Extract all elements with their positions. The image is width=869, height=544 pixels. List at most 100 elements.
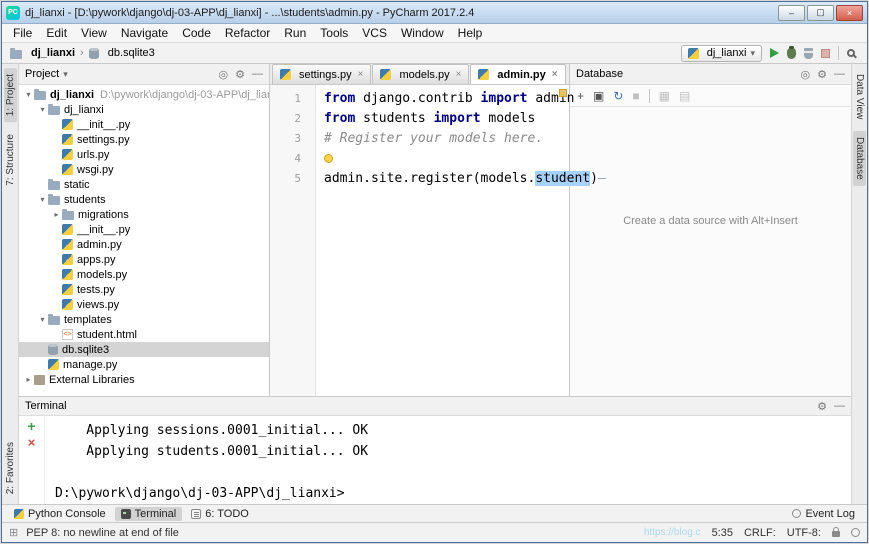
hide-panel-icon[interactable]: — [834, 68, 845, 80]
tree-row[interactable]: admin.py [19, 237, 269, 252]
project-panel-title[interactable]: Project [25, 68, 59, 80]
tree-row[interactable]: dj_lianxi D:\pywork\django\dj-03-APP\dj_… [19, 87, 269, 102]
search-icon[interactable] [847, 49, 855, 57]
expand-arrow-icon[interactable] [51, 210, 62, 219]
tree-row[interactable]: apps.py [19, 252, 269, 267]
tree-item-label: admin.py [77, 238, 122, 251]
gear-icon[interactable]: ⚙ [817, 68, 827, 81]
toolwindow-button-structure[interactable]: 7: Structure [4, 128, 17, 192]
toolbar-divider [648, 88, 650, 103]
tree-row[interactable]: migrations [19, 207, 269, 222]
encoding-indicator[interactable]: UTF-8: [787, 527, 821, 539]
menu-item-edit[interactable]: Edit [39, 24, 74, 42]
menu-item-window[interactable]: Window [394, 24, 451, 42]
toolwindow-button-data-view[interactable]: Data View [853, 68, 866, 125]
inspector-profile-icon[interactable] [851, 528, 860, 537]
menu-item-vcs[interactable]: VCS [355, 24, 394, 42]
expand-arrow-icon[interactable] [37, 195, 48, 204]
event-log-button[interactable]: Event Log [786, 507, 861, 521]
code-line [324, 149, 606, 169]
table-view-icon: ▦ [658, 88, 671, 103]
toolwindow-button-project[interactable]: 1: Project [3, 68, 17, 123]
code-content[interactable]: from django.contrib import admin from st… [316, 85, 606, 396]
line-separator-indicator[interactable]: CRLF: [744, 527, 776, 539]
locate-icon[interactable]: ◎ [219, 68, 229, 81]
tree-row[interactable]: students [19, 192, 269, 207]
close-tab-icon[interactable]: × [358, 69, 364, 80]
close-session-icon[interactable]: × [28, 435, 36, 450]
editor-area: settings.py × models.py × admin.py × 1 2… [270, 64, 606, 396]
tree-row[interactable]: __init__.py [19, 222, 269, 237]
code-token: admin [527, 91, 575, 106]
close-button[interactable]: × [836, 4, 863, 21]
tree-row[interactable]: settings.py [19, 132, 269, 147]
chevron-down-icon[interactable]: ▾ [63, 69, 68, 80]
menu-item-run[interactable]: Run [277, 24, 313, 42]
code-editor[interactable]: 1 2 3 4 5 from django.contrib import adm… [270, 85, 606, 396]
minimize-button[interactable]: – [778, 4, 805, 21]
tree-row[interactable]: External Libraries [19, 372, 269, 387]
tree-row-selected[interactable]: db.sqlite3 [19, 342, 269, 357]
expand-arrow-icon[interactable] [37, 315, 48, 324]
intention-bulb-icon[interactable] [324, 154, 333, 163]
hide-panel-icon[interactable]: — [252, 68, 263, 80]
tree-row[interactable]: manage.py [19, 357, 269, 372]
inspection-status-icon[interactable] [559, 89, 567, 97]
keyword-token: from [324, 91, 356, 106]
tree-row[interactable]: urls.py [19, 147, 269, 162]
close-tab-icon[interactable]: × [552, 69, 558, 80]
refresh-icon[interactable]: ↻ [613, 89, 623, 103]
tree-row[interactable]: views.py [19, 297, 269, 312]
breadcrumb-project[interactable]: dj_lianxi [31, 47, 75, 59]
menu-item-code[interactable]: Code [175, 24, 218, 42]
stop-button[interactable] [821, 48, 830, 58]
toolwindow-switcher-icon[interactable]: ⊞ [9, 526, 18, 539]
locate-icon[interactable]: ◎ [801, 68, 811, 81]
breadcrumb-file[interactable]: db.sqlite3 [108, 47, 155, 59]
debug-button[interactable] [787, 45, 796, 59]
gear-icon[interactable]: ⚙ [817, 400, 827, 413]
menu-item-tools[interactable]: Tools [313, 24, 355, 42]
hide-panel-icon[interactable]: — [834, 400, 845, 412]
tree-row[interactable]: wsgi.py [19, 162, 269, 177]
toolwindow-button-todo[interactable]: 6: TODO [185, 507, 255, 521]
tree-item-label: static [64, 178, 90, 191]
tree-row[interactable]: templates [19, 312, 269, 327]
editor-tab-admin[interactable]: admin.py × [470, 64, 566, 84]
tree-row[interactable]: models.py [19, 267, 269, 282]
menu-item-navigate[interactable]: Navigate [114, 24, 175, 42]
toolwindow-button-favorites[interactable]: 2: Favorites [4, 436, 17, 500]
expand-arrow-icon[interactable] [37, 105, 48, 114]
menu-item-help[interactable]: Help [451, 24, 490, 42]
expand-arrow-icon[interactable] [23, 90, 34, 99]
tree-row[interactable]: dj_lianxi [19, 102, 269, 117]
new-session-icon[interactable]: + [27, 418, 35, 434]
toolwindow-button-database[interactable]: Database [853, 131, 866, 187]
caret-position[interactable]: 5:35 [712, 527, 733, 539]
menu-bar: File Edit View Navigate Code Refactor Ru… [2, 24, 867, 43]
close-tab-icon[interactable]: × [456, 69, 462, 80]
tree-row[interactable]: __init__.py [19, 117, 269, 132]
toolwindow-button-terminal[interactable]: Terminal [114, 506, 183, 521]
editor-tab-models[interactable]: models.py × [372, 64, 470, 84]
coverage-button[interactable] [804, 47, 813, 59]
run-configuration-select[interactable]: dj_lianxi ▾ [680, 44, 762, 62]
terminal-line: Applying students.0001_initial... OK [55, 444, 369, 459]
menu-item-view[interactable]: View [74, 24, 114, 42]
terminal-output[interactable]: Applying sessions.0001_initial... OK App… [45, 416, 851, 504]
tree-item-label: views.py [77, 298, 120, 311]
toolwindow-button-python-console[interactable]: Python Console [8, 507, 112, 521]
menu-item-file[interactable]: File [6, 24, 39, 42]
gear-icon[interactable]: ⚙ [235, 68, 245, 81]
tree-row[interactable]: student.html [19, 327, 269, 342]
run-button[interactable] [770, 48, 779, 58]
expand-arrow-icon[interactable] [23, 375, 34, 384]
folder-icon [48, 179, 60, 190]
maximize-button[interactable]: ▢ [807, 4, 834, 21]
editor-tab-settings[interactable]: settings.py × [272, 64, 372, 84]
tree-row[interactable]: static [19, 177, 269, 192]
project-panel-header: Project ▾ ◎ ⚙ — [19, 64, 269, 85]
menu-item-refactor[interactable]: Refactor [218, 24, 277, 42]
tree-row[interactable]: tests.py [19, 282, 269, 297]
lock-icon[interactable] [832, 527, 840, 537]
